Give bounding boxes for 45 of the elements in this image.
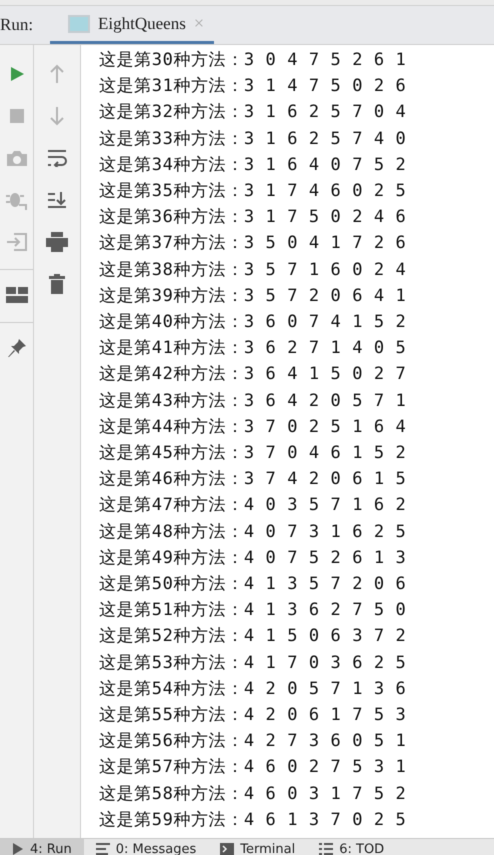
console-line: 这是第47种方法：4 0 3 5 7 1 6 2 [99,494,408,518]
soft-wrap-icon[interactable] [47,149,67,167]
console-line: 这是第35种方法：3 1 7 4 6 0 2 5 [99,180,408,204]
messages-icon [96,843,110,855]
console-line: 这是第46种方法：3 7 4 2 0 6 1 5 [99,468,408,492]
console-line: 这是第34种方法：3 1 6 4 0 7 5 2 [99,154,408,177]
console-line: 这是第43种方法：3 6 4 2 0 5 7 1 [99,390,408,413]
tool-window-tab[interactable]: 0: Messages [84,839,208,855]
console-line: 这是第37种方法：3 5 0 4 1 7 2 6 [99,232,408,256]
console-line: 这是第39种方法：3 5 7 2 0 6 4 1 [99,284,408,308]
console-line: 这是第38种方法：3 5 7 1 6 0 2 4 [99,258,408,282]
console-line: 这是第44种方法：3 7 0 2 5 1 6 4 [99,416,408,439]
console-line: 这是第42种方法：3 6 4 1 5 0 2 7 [99,363,408,386]
run-tab[interactable]: EightQueens × [50,6,214,44]
run-label: Run: [0,15,34,35]
tool-window-tab[interactable]: 6: TOD [307,839,396,855]
scroll-to-end-icon[interactable] [47,191,67,209]
console-line: 这是第33种方法：3 1 6 2 5 7 4 0 [99,128,408,151]
console-line: 这是第36种方法：3 1 7 5 0 2 4 6 [99,206,408,230]
console-line: 这是第48种方法：4 0 7 3 1 6 2 5 [99,520,408,544]
console-line: 这是第32种方法：3 1 6 2 5 7 0 4 [99,101,408,124]
console-line: 这是第30种方法：3 0 4 7 5 2 6 1 [99,49,408,72]
console-line: 这是第52种方法：4 1 5 0 6 3 7 2 [99,625,408,648]
console-line: 这是第50种方法：4 1 3 5 7 2 0 6 [99,573,408,596]
run-icon [12,843,24,855]
console-line: 这是第58种方法：4 6 0 3 1 7 5 2 [99,782,408,806]
tool-window-tab[interactable]: 4: Run [0,839,84,855]
pin-icon[interactable] [6,338,26,358]
console-line: 这是第40种方法：3 6 0 7 4 1 5 2 [99,311,408,334]
console-line: 这是第57种方法：4 6 0 2 7 5 3 1 [99,756,408,780]
layout-icon[interactable] [6,287,28,303]
console-line: 这是第54种方法：4 2 0 5 7 1 3 6 [99,678,408,701]
console-line: 这是第53种方法：4 1 7 0 3 6 2 5 [99,652,408,675]
console-line: 这是第55种方法：4 2 0 6 1 7 5 3 [99,704,408,728]
trash-icon[interactable] [49,274,65,294]
console-line: 这是第59种方法：4 6 1 3 7 0 2 5 [99,808,408,832]
console-line: 这是第41种方法：3 6 2 7 1 4 0 5 [99,337,408,360]
console-line: 这是第31种方法：3 1 4 7 5 0 2 6 [99,75,408,98]
console-line: 这是第49种方法：4 0 7 5 2 6 1 3 [99,546,408,570]
list-icon [319,843,334,855]
console-line: 这是第56种方法：4 2 7 3 6 0 5 1 [99,730,408,754]
console-line: 这是第51种方法：4 1 3 6 2 7 5 0 [99,599,408,622]
printer-icon[interactable] [46,232,68,252]
tool-window-tab[interactable]: Terminal [208,839,308,855]
console-line: 这是第45种方法：3 7 0 4 6 1 5 2 [99,442,408,466]
